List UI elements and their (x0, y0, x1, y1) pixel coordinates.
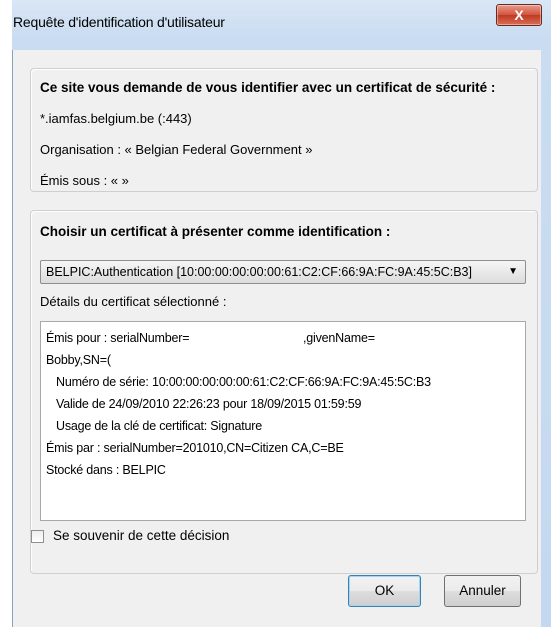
details-issued-for: Émis pour : serialNumber= (46, 331, 190, 345)
dialog-client-area: Ce site vous demande de vous identifier … (12, 50, 541, 627)
details-serial-number: Numéro de série: 10:00:00:00:00:00:61:C2… (56, 375, 431, 389)
certificate-heading: Choisir un certificat à présenter comme … (40, 224, 391, 239)
certificate-select-value: BELPIC:Authentication [10:00:00:00:00:00… (46, 265, 472, 279)
redacted-serial (213, 331, 300, 343)
site-organization: Organisation : « Belgian Federal Governm… (40, 142, 313, 157)
details-validity: Valide de 24/09/2010 22:26:23 pour 18/09… (56, 397, 362, 411)
dialog-window: Requête d'identification d'utilisateur X… (0, 0, 551, 627)
chevron-down-icon: ▼ (508, 266, 518, 277)
site-info-heading: Ce site vous demande de vous identifier … (40, 80, 496, 95)
details-surname: Bobby,SN=( (46, 353, 111, 367)
details-stored-in: Stocké dans : BELPIC (46, 463, 166, 477)
remember-checkbox[interactable] (31, 530, 44, 543)
window-title: Requête d'identification d'utilisateur (13, 14, 225, 30)
site-host: *.iamfas.belgium.be (:443) (40, 111, 192, 126)
certificate-group: Choisir un certificat à présenter comme … (30, 210, 538, 574)
cancel-button[interactable]: Annuler (444, 575, 521, 607)
details-given-name: ,givenName= (303, 331, 375, 345)
background-edge (0, 0, 12, 627)
certificate-details-box[interactable]: Émis pour : serialNumber= ,givenName= Bo… (40, 321, 526, 521)
site-issued-under: Émis sous : « » (40, 173, 129, 188)
close-button[interactable]: X (496, 4, 542, 26)
details-issued-by: Émis par : serialNumber=201010,CN=Citize… (46, 441, 344, 455)
details-label: Détails du certificat sélectionné : (40, 294, 227, 309)
ok-button[interactable]: OK (348, 575, 421, 607)
certificate-select[interactable]: BELPIC:Authentication [10:00:00:00:00:00… (40, 260, 526, 284)
remember-label[interactable]: Se souvenir de cette décision (53, 528, 229, 543)
site-info-group: Ce site vous demande de vous identifier … (30, 68, 538, 192)
details-key-usage: Usage de la clé de certificat: Signature (56, 419, 263, 433)
